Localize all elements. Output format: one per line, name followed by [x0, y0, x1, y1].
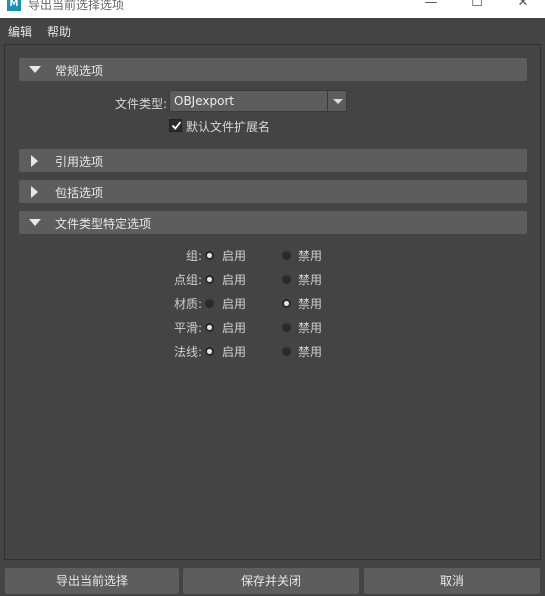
option-label-materials: 材质:: [173, 297, 202, 311]
option-label-normals: 法线:: [173, 345, 202, 359]
dropdown-separator: [327, 91, 328, 111]
section-file-type-specific-header[interactable]: 文件类型特定选项: [19, 211, 527, 234]
default-extension-label: 默认文件扩展名: [186, 120, 271, 134]
radio-smoothing-on-label: 启用: [222, 321, 247, 335]
file-type-dropdown[interactable]: OBJexport: [169, 90, 347, 112]
collapsed-arrow-icon: [31, 186, 38, 198]
radio-point-groups-on-label: 启用: [222, 273, 247, 287]
window-title: 导出当前选择选项: [28, 0, 125, 12]
section-references-label: 引用选项: [55, 155, 104, 169]
expanded-arrow-icon: [29, 219, 41, 226]
menu-edit[interactable]: 编辑: [8, 23, 32, 40]
collapsed-arrow-icon: [31, 155, 38, 167]
section-general-label: 常规选项: [55, 64, 104, 78]
menu-bar: 编辑 帮助: [0, 18, 545, 42]
radio-smoothing-off[interactable]: [282, 323, 291, 332]
checkmark-icon: [171, 121, 182, 130]
export-selection-button[interactable]: 导出当前选择: [5, 568, 179, 594]
option-label-smoothing: 平滑:: [173, 321, 202, 335]
radio-groups-off[interactable]: [282, 251, 291, 260]
minimize-icon[interactable]: —: [408, 0, 454, 13]
option-label-groups: 组:: [185, 249, 202, 263]
radio-materials-on[interactable]: [205, 299, 214, 308]
radio-materials-off[interactable]: [282, 299, 291, 308]
default-extension-checkbox[interactable]: [169, 119, 182, 132]
radio-groups-on-label: 启用: [222, 249, 247, 263]
save-and-close-button[interactable]: 保存并关闭: [183, 568, 359, 594]
radio-normals-off[interactable]: [282, 347, 291, 356]
section-references-header[interactable]: 引用选项: [19, 149, 527, 172]
maya-app-icon: M: [7, 0, 21, 11]
radio-materials-on-label: 启用: [222, 297, 247, 311]
radio-point-groups-off[interactable]: [282, 275, 291, 284]
radio-point-groups-on[interactable]: [205, 275, 214, 284]
option-label-point-groups: 点组:: [173, 273, 202, 287]
radio-normals-on-label: 启用: [222, 345, 247, 359]
cancel-button[interactable]: 取消: [364, 568, 540, 594]
chevron-down-icon[interactable]: [332, 95, 344, 107]
expanded-arrow-icon: [29, 66, 41, 73]
section-general-header[interactable]: 常规选项: [19, 58, 527, 81]
radio-materials-off-label: 禁用: [298, 297, 323, 311]
file-type-label: 文件类型:: [115, 97, 168, 111]
radio-groups-off-label: 禁用: [298, 249, 323, 263]
radio-normals-on[interactable]: [205, 347, 214, 356]
close-icon[interactable]: ✕: [500, 0, 545, 13]
radio-smoothing-off-label: 禁用: [298, 321, 323, 335]
radio-point-groups-off-label: 禁用: [298, 273, 323, 287]
radio-smoothing-on[interactable]: [205, 323, 214, 332]
options-panel: 常规选项 文件类型: OBJexport 默认文件扩展名 引用选项 包括选项 文…: [4, 44, 541, 560]
title-bar: M 导出当前选择选项 — ☐ ✕: [0, 0, 545, 18]
section-include-header[interactable]: 包括选项: [19, 180, 527, 203]
radio-normals-off-label: 禁用: [298, 345, 323, 359]
section-include-label: 包括选项: [55, 186, 104, 200]
menu-help[interactable]: 帮助: [47, 23, 71, 40]
section-file-type-specific-label: 文件类型特定选项: [55, 217, 152, 231]
footer-bar: 导出当前选择 保存并关闭 取消: [0, 562, 545, 596]
file-type-value: OBJexport: [174, 94, 235, 108]
radio-groups-on[interactable]: [205, 251, 214, 260]
maximize-icon[interactable]: ☐: [454, 0, 500, 13]
